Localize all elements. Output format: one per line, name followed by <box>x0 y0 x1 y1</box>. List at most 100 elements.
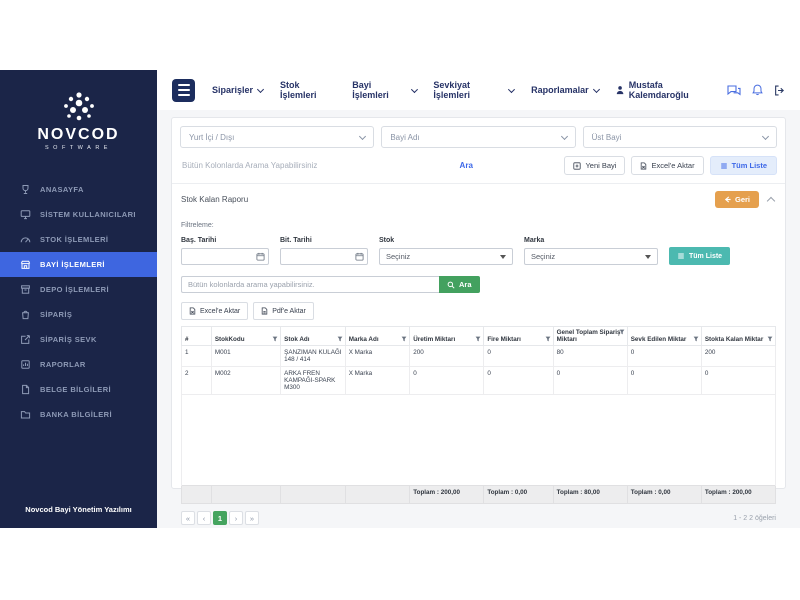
select-value: Seçiniz <box>386 252 410 261</box>
sidebar-item-anasayfa[interactable]: ANASAYFA <box>0 177 157 202</box>
end-date-value[interactable] <box>284 251 355 262</box>
start-date-input[interactable] <box>181 248 269 265</box>
marka-select[interactable]: Seçiniz <box>524 248 658 265</box>
sidebar-item-siparis[interactable]: SİPARİŞ <box>0 302 157 327</box>
filter-funnel-icon[interactable] <box>767 336 773 342</box>
sidebar-item-belge-bilgileri[interactable]: BELGE BİLGİLERİ <box>0 377 157 402</box>
geri-button[interactable]: Geri <box>715 191 759 208</box>
sidebar-footer-text: Novcod Bayi Yönetim Yazılımı <box>0 505 157 528</box>
total-stokta-kalan: Toplam : 200,00 <box>701 486 775 504</box>
col-stok-adi[interactable]: Stok Adı <box>281 327 346 346</box>
global-search-input[interactable] <box>180 160 374 171</box>
sidebar-item-label: BAYİ İŞLEMLERİ <box>40 260 105 269</box>
logout-icon[interactable] <box>774 85 785 96</box>
filter-funnel-icon[interactable] <box>545 336 551 342</box>
store-icon <box>20 259 31 270</box>
menu-icon[interactable] <box>172 79 195 102</box>
select-yurt-ici-disi[interactable]: Yurt İçi / Dışı <box>180 126 374 148</box>
filter-funnel-icon[interactable] <box>475 336 481 342</box>
calendar-icon <box>256 252 265 261</box>
sidebar-item-banka-bilgileri[interactable]: BANKA BİLGİLERİ <box>0 402 157 427</box>
end-date-input[interactable] <box>280 248 368 265</box>
search-icon <box>447 281 455 289</box>
monitor-icon <box>20 209 31 220</box>
sidebar-item-siparis-sevk[interactable]: SİPARİŞ SEVK <box>0 327 157 352</box>
filtreleme-label: Filtreleme: <box>181 222 776 229</box>
export-excel-button[interactable]: Excel'e Aktar <box>181 302 248 320</box>
select-bayi-adi[interactable]: Bayi Adı <box>381 126 575 148</box>
col-sevk-edilen[interactable]: Sevk Edilen Miktar <box>627 327 701 346</box>
button-label: Pdf'e Aktar <box>272 308 306 315</box>
col-index[interactable]: # <box>182 327 212 346</box>
export-pdf-button[interactable]: Pdf'e Aktar <box>253 302 314 320</box>
pagination-page-1-button[interactable]: 1 <box>213 511 227 525</box>
logo-dots-icon <box>56 90 102 124</box>
total-sevk: Toplam : 0,00 <box>627 486 701 504</box>
table-row[interactable]: 1 M001 ŞANZIMAN KULAĞI 148 / 414 X Marka… <box>182 346 776 367</box>
filter-funnel-icon[interactable] <box>619 329 625 335</box>
report-search-input[interactable] <box>181 276 439 293</box>
col-genel-toplam[interactable]: Genel Toplam Sipariş Miktarı <box>553 327 627 346</box>
cell-fire: 0 <box>484 346 553 367</box>
select-value: Üst Bayi <box>592 133 622 142</box>
pagination-next-button[interactable]: › <box>229 511 243 525</box>
marka-field: Marka Seçiniz <box>524 237 658 265</box>
filter-funnel-icon[interactable] <box>401 336 407 342</box>
nav-raporlamalar[interactable]: Raporlamalar <box>531 85 599 95</box>
totals-empty-cell <box>211 486 280 504</box>
table-row[interactable]: 2 M002 ARKA FREN KAMPAĞI-SPARK M300 X Ma… <box>182 367 776 395</box>
totals-empty-cell <box>182 486 212 504</box>
nav-sevkiyat-islemleri[interactable]: Sevkiyat İşlemleri <box>433 80 514 100</box>
tum-liste-teal-button[interactable]: Tüm Liste <box>669 247 730 265</box>
excel-file-icon <box>640 162 647 170</box>
stok-kalan-table: # StokKodu Stok Adı Marka Adı Üretim Mik… <box>181 326 776 504</box>
end-date-field: Bit. Tarihi <box>280 237 368 265</box>
nav-bayi-islemleri[interactable]: Bayi İşlemleri <box>352 80 416 100</box>
collapse-chevron-up-icon[interactable] <box>767 197 775 205</box>
col-stokta-kalan[interactable]: Stokta Kalan Miktar <box>701 327 775 346</box>
sidebar-item-depo-islemleri[interactable]: DEPO İŞLEMLERİ <box>0 277 157 302</box>
user-menu[interactable]: Mustafa Kalemdaroğlu <box>616 80 716 100</box>
main-area: Siparişler Stok İşlemleri Bayi İşlemleri… <box>157 70 800 528</box>
pagination-last-button[interactable]: » <box>245 511 259 525</box>
dropdown-triangle-icon <box>500 255 506 259</box>
ara-button[interactable]: Ara <box>439 276 480 293</box>
total-genel-toplam: Toplam : 80,00 <box>553 486 627 504</box>
col-stokkodu[interactable]: StokKodu <box>211 327 280 346</box>
sidebar-item-raporlar[interactable]: RAPORLAR <box>0 352 157 377</box>
col-marka-adi[interactable]: Marka Adı <box>345 327 410 346</box>
button-label: Excel'e Aktar <box>200 308 240 315</box>
sidebar-item-bayi-islemleri[interactable]: BAYİ İŞLEMLERİ <box>0 252 157 277</box>
select-ust-bayi[interactable]: Üst Bayi <box>583 126 777 148</box>
pagination-prev-button[interactable]: ‹ <box>197 511 211 525</box>
ara-link[interactable]: Ara <box>374 161 558 170</box>
filter-funnel-icon[interactable] <box>272 336 278 342</box>
yeni-bayi-button[interactable]: Yeni Bayi <box>564 156 625 175</box>
stok-select[interactable]: Seçiniz <box>379 248 513 265</box>
messages-icon[interactable] <box>727 85 741 96</box>
start-date-value[interactable] <box>185 251 256 262</box>
nav-label: Bayi İşlemleri <box>352 80 406 100</box>
col-fire-miktari[interactable]: Fire Miktarı <box>484 327 553 346</box>
tum-liste-button[interactable]: Tüm Liste <box>710 156 777 175</box>
cell-stokta-kalan: 200 <box>701 346 775 367</box>
shopping-bag-icon <box>20 309 31 320</box>
col-uretim-miktari[interactable]: Üretim Miktarı <box>410 327 484 346</box>
excel-aktar-button[interactable]: Excel'e Aktar <box>631 156 703 175</box>
sidebar-item-label: ANASAYFA <box>40 185 84 194</box>
nav-siparisler[interactable]: Siparişler <box>212 85 263 95</box>
filter-funnel-icon[interactable] <box>693 336 699 342</box>
filter-funnel-icon[interactable] <box>337 336 343 342</box>
sidebar-item-stok-islemleri[interactable]: STOK İŞLEMLERİ <box>0 227 157 252</box>
chevron-down-icon <box>762 132 769 139</box>
cell-sevk: 0 <box>627 346 701 367</box>
gauge-icon <box>20 234 31 245</box>
sidebar-item-sistem-kullanicilari[interactable]: SİSTEM KULLANICILARI <box>0 202 157 227</box>
total-fire: Toplam : 0,00 <box>484 486 553 504</box>
cell-uretim: 0 <box>410 367 484 395</box>
excel-file-icon <box>189 307 196 315</box>
pagination-first-button[interactable]: « <box>181 511 195 525</box>
start-date-field: Baş. Tarihi <box>181 237 269 265</box>
nav-stok-islemleri[interactable]: Stok İşlemleri <box>280 80 335 100</box>
notifications-bell-icon[interactable] <box>752 84 763 96</box>
